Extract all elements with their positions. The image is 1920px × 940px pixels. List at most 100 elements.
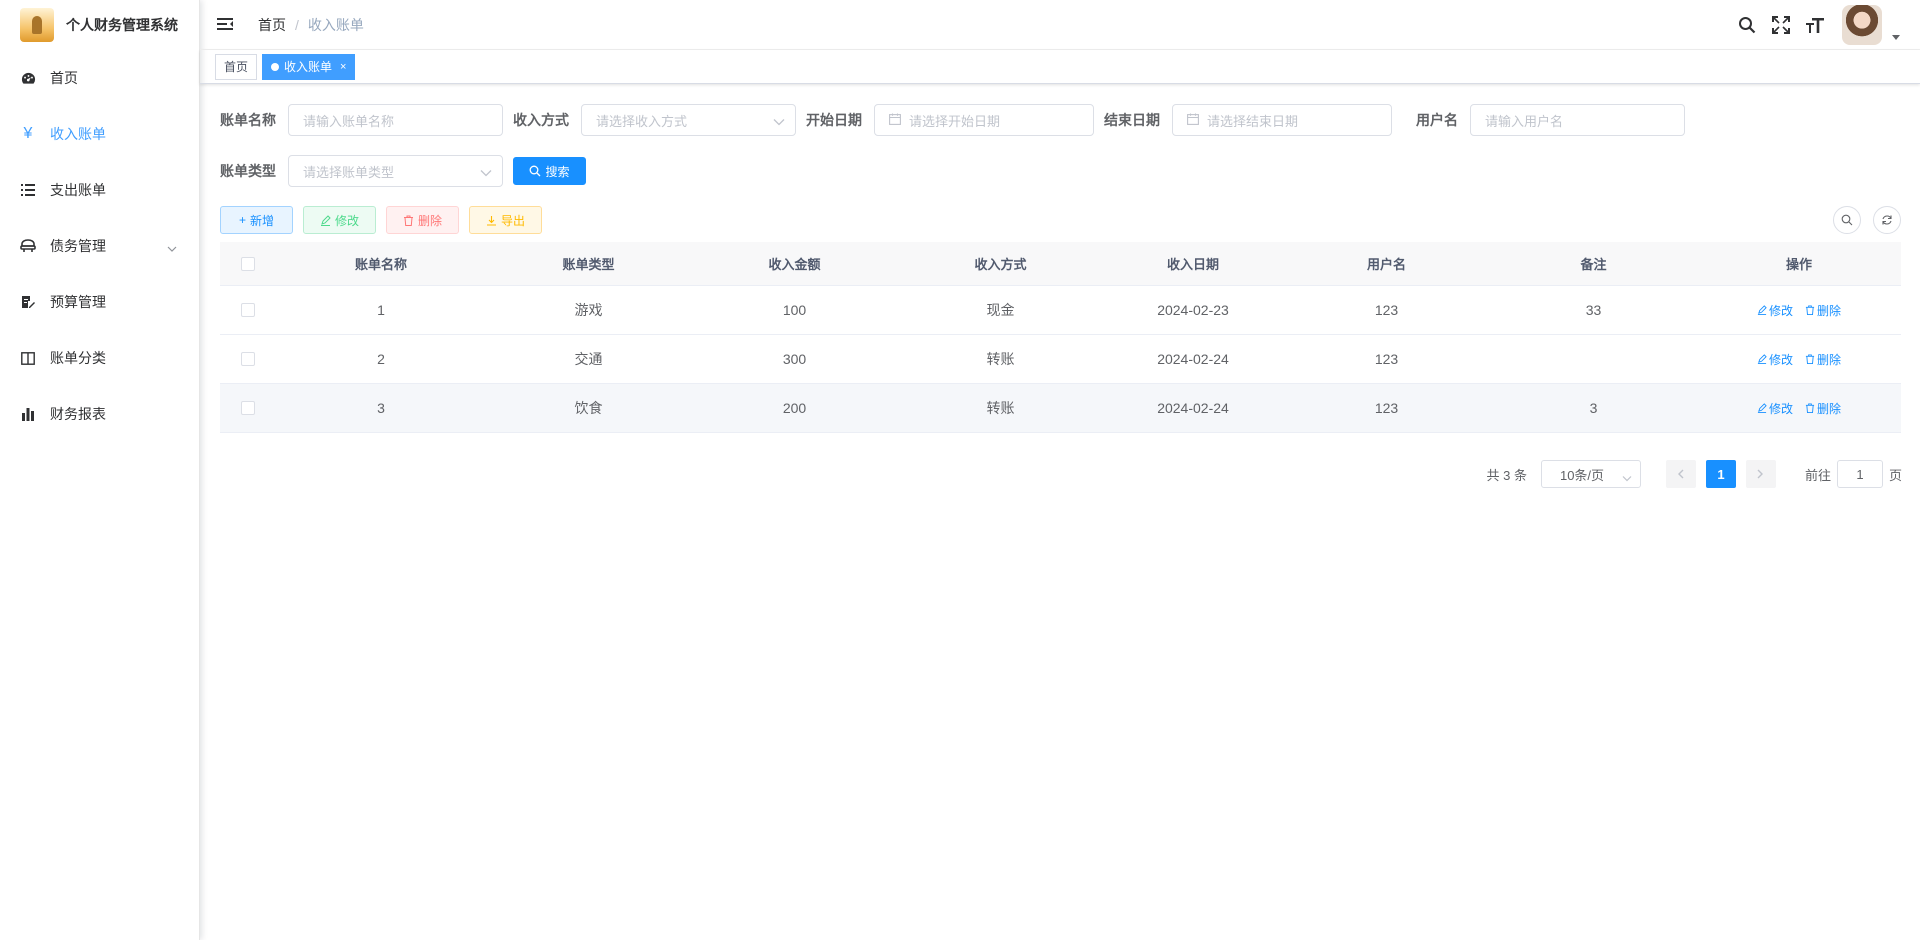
- delete-button[interactable]: 删除: [386, 206, 459, 234]
- cell-bill-name: 1: [377, 302, 385, 318]
- table-row[interactable]: 1 游戏 100 现金 2024-02-23 123 33 修改 删除: [220, 286, 1901, 335]
- row-edit-link[interactable]: 修改: [1757, 400, 1793, 417]
- row-select-cell: [220, 352, 276, 366]
- page-jump: 前往 页: [1805, 460, 1902, 488]
- close-icon[interactable]: ×: [340, 55, 346, 79]
- row-checkbox[interactable]: [241, 401, 255, 415]
- breadcrumb-separator: /: [295, 16, 299, 33]
- start-date-picker[interactable]: 请选择开始日期: [874, 104, 1094, 136]
- tag-home[interactable]: 首页: [215, 53, 258, 80]
- row-select-cell: [220, 303, 276, 317]
- row-select-cell: [220, 401, 276, 415]
- table-row[interactable]: 2 交通 300 转账 2024-02-24 123 修改 删除: [220, 335, 1901, 384]
- start-date-placeholder: 请选择开始日期: [909, 113, 1001, 129]
- fullscreen-icon[interactable]: [1770, 14, 1792, 36]
- select-all-cell: [220, 256, 276, 271]
- font-size-icon[interactable]: [1804, 14, 1826, 36]
- breadcrumb-home[interactable]: 首页: [258, 15, 286, 35]
- bill-name-input[interactable]: 请输入账单名称: [288, 104, 503, 136]
- username-placeholder: 请输入用户名: [1485, 113, 1564, 129]
- row-checkbox[interactable]: [241, 352, 255, 366]
- edit-button[interactable]: 修改: [303, 206, 376, 234]
- pagination: 共 3 条 10条/页 1 前往 页: [1487, 460, 1902, 488]
- caret-down-icon[interactable]: [1892, 34, 1900, 40]
- refresh-button[interactable]: [1873, 206, 1901, 234]
- row-delete-link[interactable]: 删除: [1805, 351, 1841, 368]
- cell-date: 2024-02-24: [1157, 400, 1229, 416]
- table-header: 账单名称 账单类型 收入金额 收入方式 收入日期 用户名 备注 操作: [220, 242, 1901, 286]
- cell-note: 33: [1585, 302, 1602, 318]
- row-delete-label: 删除: [1817, 352, 1842, 367]
- export-button[interactable]: 导出: [469, 206, 542, 234]
- sidebar-item-label: 债务管理: [50, 238, 106, 254]
- cell-method: 转账: [986, 400, 1015, 416]
- select-all-checkbox[interactable]: [241, 256, 255, 271]
- cell-date: 2024-02-23: [1157, 302, 1229, 318]
- sidebar-item-expense[interactable]: 支出账单: [0, 162, 199, 218]
- search-button-label: 搜索: [545, 164, 570, 179]
- sidebar-item-label: 财务报表: [50, 406, 106, 422]
- column-header: 收入方式: [974, 257, 1027, 272]
- row-edit-label: 修改: [1768, 401, 1793, 416]
- plus-icon: +: [238, 213, 246, 227]
- row-edit-link[interactable]: 修改: [1757, 302, 1793, 319]
- chevron-down-icon: [167, 239, 177, 255]
- row-edit-label: 修改: [1768, 303, 1793, 318]
- chevron-down-icon: [773, 114, 785, 129]
- sidebar-item-category[interactable]: 账单分类: [0, 330, 199, 386]
- add-button-label: 新增: [250, 213, 275, 228]
- username-input[interactable]: 请输入用户名: [1470, 104, 1685, 136]
- sidebar-item-income[interactable]: ¥ 收入账单: [0, 106, 199, 162]
- cell-actions: 修改 删除: [1697, 302, 1901, 319]
- sidebar-item-budget[interactable]: 预算管理: [0, 274, 199, 330]
- method-select[interactable]: 请选择收入方式: [581, 104, 796, 136]
- header-tools: [1736, 0, 1920, 50]
- bill-name-placeholder: 请输入账单名称: [303, 113, 395, 129]
- column-header: 收入金额: [768, 257, 821, 272]
- row-delete-link[interactable]: 删除: [1805, 400, 1841, 417]
- cell-amount: 100: [782, 302, 807, 318]
- page-size-value: 10条/页: [1559, 467, 1605, 483]
- table-row[interactable]: 3 饮食 200 转账 2024-02-24 123 3 修改 删除: [220, 384, 1901, 433]
- toggle-search-button[interactable]: [1833, 206, 1861, 234]
- cell-bill-type: 交通: [574, 351, 603, 367]
- page-number-button[interactable]: 1: [1705, 460, 1736, 488]
- method-placeholder: 请选择收入方式: [596, 113, 688, 129]
- row-delete-link[interactable]: 删除: [1805, 302, 1841, 319]
- cell-user: 123: [1374, 351, 1399, 367]
- sidebar-item-debt[interactable]: 债务管理: [0, 218, 199, 274]
- column-header: 收入日期: [1166, 257, 1219, 272]
- tag-income[interactable]: 收入账单 ×: [262, 53, 356, 80]
- trash-icon: [403, 215, 414, 226]
- trash-icon: [1805, 305, 1815, 315]
- cell-date: 2024-02-24: [1157, 351, 1229, 367]
- add-button[interactable]: + 新增: [220, 206, 293, 234]
- sidebar-item-home[interactable]: 首页: [0, 50, 199, 106]
- calendar-icon: [889, 113, 901, 128]
- page-size-select[interactable]: 10条/页: [1540, 460, 1641, 488]
- download-icon: [486, 215, 497, 226]
- cell-bill-name: 2: [377, 351, 385, 367]
- bill-type-select[interactable]: 请选择账单类型: [288, 155, 503, 187]
- row-checkbox[interactable]: [241, 303, 255, 317]
- sidebar-item-report[interactable]: 财务报表: [0, 386, 199, 442]
- search-icon[interactable]: [1736, 14, 1758, 36]
- prev-page-button[interactable]: [1665, 460, 1696, 488]
- hamburger-icon[interactable]: [216, 15, 236, 35]
- dashboard-icon: [20, 70, 36, 86]
- logo-area[interactable]: 个人财务管理系统: [0, 0, 199, 50]
- avatar[interactable]: [1842, 5, 1882, 45]
- next-page-button[interactable]: [1745, 460, 1776, 488]
- edit-button-label: 修改: [334, 213, 359, 228]
- cell-actions: 修改 删除: [1697, 400, 1901, 417]
- cell-note: 3: [1589, 400, 1598, 416]
- end-date-picker[interactable]: 请选择结束日期: [1172, 104, 1392, 136]
- trash-icon: [1805, 354, 1815, 364]
- calendar-icon: [1187, 113, 1199, 128]
- sidebar-item-label: 收入账单: [50, 126, 106, 142]
- row-edit-link[interactable]: 修改: [1757, 351, 1793, 368]
- search-button[interactable]: 搜索: [513, 157, 586, 185]
- edit-icon: [320, 214, 331, 226]
- column-header: 备注: [1580, 257, 1607, 272]
- goto-page-input[interactable]: [1836, 460, 1883, 488]
